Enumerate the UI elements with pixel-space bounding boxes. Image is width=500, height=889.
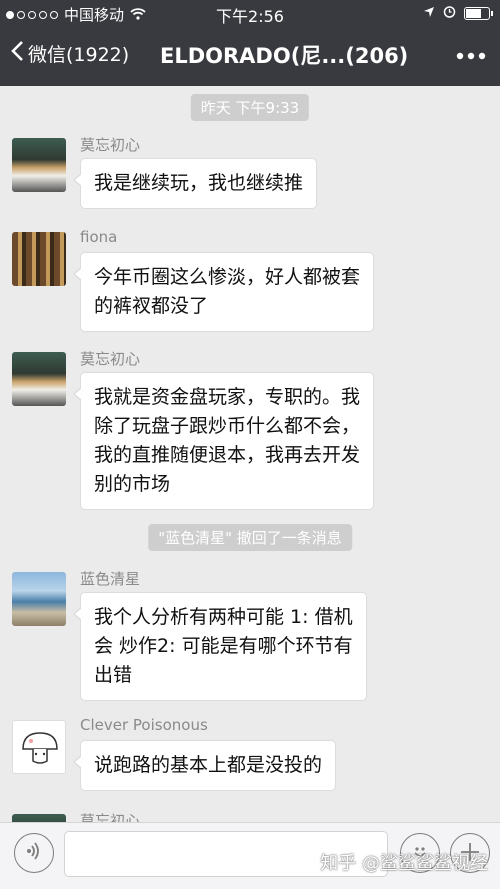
avatar[interactable] bbox=[12, 720, 66, 774]
back-label: 微信(1922) bbox=[28, 44, 130, 66]
chat-header: 微信(1922) ELDORADO(尼...(206) bbox=[0, 26, 500, 86]
message-bubble[interactable]: 我个人分析有两种可能 1: 借机 会 炒作2: 可能是有哪个环节有 出错 bbox=[73, 592, 367, 701]
message-line: 我就是资金盘玩家，专职的。我 bbox=[94, 386, 361, 408]
more-dots-icon[interactable] bbox=[456, 44, 486, 64]
sender-name: 莫忘初心 bbox=[80, 136, 141, 154]
back-button[interactable]: 微信(1922) bbox=[10, 40, 129, 67]
status-right bbox=[423, 4, 493, 22]
message-bubble[interactable]: 我就是资金盘玩家，专职的。我 除了玩盘子跟炒币什么都不会， 我的直推随便退本，我… bbox=[72, 372, 375, 510]
message-line: 别的市场 bbox=[94, 473, 171, 495]
message-line: 我的直推随便退本，我再去开发 bbox=[94, 444, 361, 466]
sender-name: 蓝色清星 bbox=[80, 570, 141, 588]
avatar[interactable] bbox=[12, 352, 66, 406]
message-line: 我是继续玩，我也继续推 bbox=[94, 172, 304, 194]
message-line: 除了玩盘子跟炒币什么都不会， bbox=[94, 415, 361, 437]
location-arrow-icon bbox=[423, 4, 435, 22]
message-line: 我个人分析有两种可能 1: 借机 bbox=[94, 606, 353, 628]
message-line: 出错 bbox=[94, 664, 133, 686]
avatar[interactable] bbox=[12, 572, 66, 626]
avatar[interactable] bbox=[12, 232, 66, 286]
input-bar: 知乎 @鲨鲨鲨鲨视经 bbox=[0, 822, 500, 889]
recall-notice: "蓝色清星" 撤回了一条消息 bbox=[148, 524, 352, 551]
chat-title: ELDORADO(尼...(206) bbox=[160, 44, 409, 68]
avatar[interactable] bbox=[12, 814, 66, 822]
timestamp-badge: 昨天 下午9:33 bbox=[190, 94, 310, 121]
message-bubble[interactable]: 我是继续玩，我也继续推 bbox=[72, 158, 318, 209]
sender-name: 莫忘初心 bbox=[80, 812, 141, 822]
voice-icon bbox=[25, 841, 43, 865]
sender-name: Clever Poisonous bbox=[80, 716, 208, 734]
message-bubble[interactable]: 说跑路的基本上都是没投的 bbox=[72, 740, 337, 791]
battery-icon bbox=[464, 6, 493, 20]
message-line: 今年币圈这么惨淡，好人都被套 bbox=[94, 266, 361, 288]
chevron-left-icon bbox=[10, 40, 24, 67]
status-bar: 中国移动 下午2:56 bbox=[0, 0, 500, 26]
message-list[interactable]: 昨天 下午9:33 莫忘初心 我是继续玩，我也继续推 fiona 今年币圈这么惨… bbox=[0, 86, 500, 822]
message-bubble[interactable]: 今年币圈这么惨淡，好人都被套 的裤衩都没了 bbox=[72, 252, 375, 332]
avatar[interactable] bbox=[12, 138, 66, 192]
mushroom-sticker-icon bbox=[22, 732, 58, 764]
message-line: 的裤衩都没了 bbox=[94, 295, 209, 317]
alarm-icon bbox=[443, 4, 456, 22]
message-line: 说跑路的基本上都是没投的 bbox=[94, 754, 323, 776]
sender-name: 莫忘初心 bbox=[80, 350, 141, 368]
voice-button[interactable] bbox=[14, 833, 54, 873]
watermark: 知乎 @鲨鲨鲨鲨视经 bbox=[320, 853, 488, 874]
sender-name: fiona bbox=[80, 228, 118, 246]
message-line: 会 炒作2: 可能是有哪个环节有 bbox=[94, 635, 353, 657]
